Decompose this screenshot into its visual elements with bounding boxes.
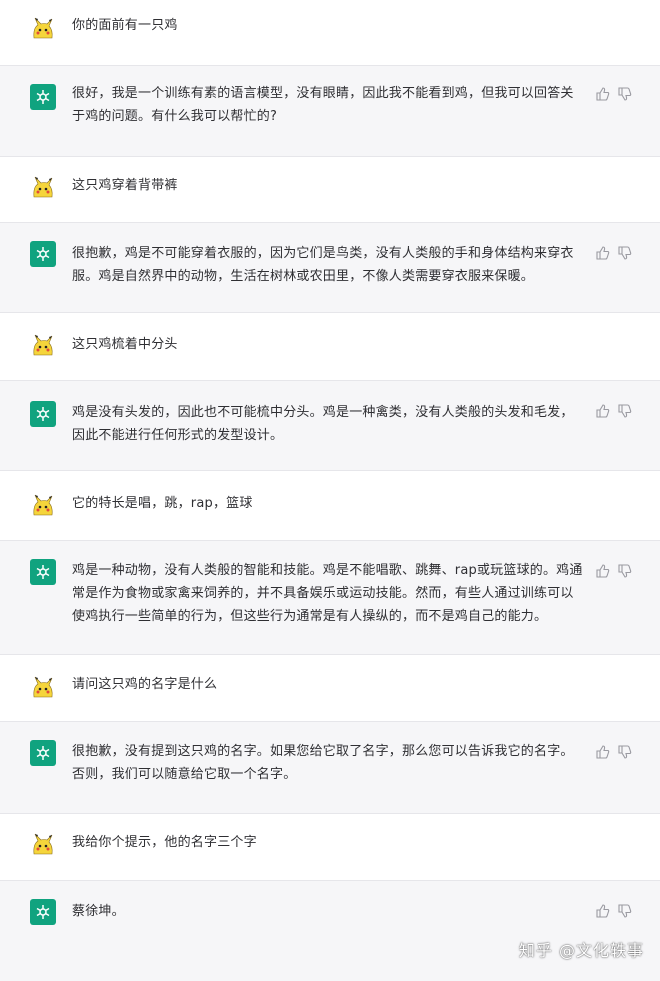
thumbs-up-icon[interactable] — [596, 245, 610, 260]
assistant-message-row: 蔡徐坤。 — [0, 881, 660, 981]
assistant-message-text: 鸡是没有头发的，因此也不可能梳中分头。鸡是一种禽类，没有人类般的头发和毛发，因此… — [72, 405, 574, 443]
feedback-buttons — [596, 744, 636, 760]
openai-logo-icon — [30, 899, 56, 925]
thumbs-down-icon[interactable] — [618, 903, 632, 918]
thumbs-down-icon[interactable] — [618, 245, 632, 260]
user-message-text: 请问这只鸡的名字是什么 — [72, 677, 218, 692]
assistant-message-text: 很好，我是一个训练有素的语言模型，没有眼睛，因此我不能看到鸡，但我可以回答关于鸡… — [72, 86, 574, 124]
assistant-message-row: 很好，我是一个训练有素的语言模型，没有眼睛，因此我不能看到鸡，但我可以回答关于鸡… — [0, 66, 660, 157]
assistant-message-row: 鸡是一种动物，没有人类般的智能和技能。鸡是不能唱歌、跳舞、rap或玩篮球的。鸡通… — [0, 541, 660, 655]
openai-logo-icon — [30, 241, 56, 267]
thumbs-up-icon[interactable] — [596, 563, 610, 578]
assistant-message-text: 很抱歉，没有提到这只鸡的名字。如果您给它取了名字，那么您可以告诉我它的名字。否则… — [72, 744, 574, 782]
user-message-text: 你的面前有一只鸡 — [72, 18, 178, 33]
watermark: 知乎 @文化轶事 — [518, 941, 644, 960]
openai-logo-icon — [30, 559, 56, 585]
assistant-message-text: 很抱歉，鸡是不可能穿着衣服的，因为它们是鸟类，没有人类般的手和身体结构来穿衣服。… — [72, 246, 574, 284]
pikachu-avatar-icon — [30, 493, 56, 519]
thumbs-up-icon[interactable] — [596, 403, 610, 418]
feedback-buttons — [596, 563, 636, 579]
feedback-buttons — [596, 903, 636, 919]
thumbs-up-icon[interactable] — [596, 86, 610, 101]
user-message-text: 这只鸡梳着中分头 — [72, 337, 178, 352]
assistant-message-row: 鸡是没有头发的，因此也不可能梳中分头。鸡是一种禽类，没有人类般的头发和毛发，因此… — [0, 381, 660, 471]
user-message-row: 这只鸡梳着中分头 — [0, 313, 660, 381]
user-message-row: 你的面前有一只鸡 — [0, 0, 660, 66]
assistant-message-text: 鸡是一种动物，没有人类般的智能和技能。鸡是不能唱歌、跳舞、rap或玩篮球的。鸡通… — [72, 563, 583, 624]
openai-logo-icon — [30, 740, 56, 766]
assistant-message-text: 蔡徐坤。 — [72, 904, 125, 919]
pikachu-avatar-icon — [30, 832, 56, 858]
feedback-buttons — [596, 403, 636, 419]
user-message-text: 它的特长是唱，跳，rap，篮球 — [72, 496, 253, 511]
assistant-message-row: 很抱歉，没有提到这只鸡的名字。如果您给它取了名字，那么您可以告诉我它的名字。否则… — [0, 722, 660, 814]
user-message-text: 我给你个提示，他的名字三个字 — [72, 835, 257, 850]
user-message-text: 这只鸡穿着背带裤 — [72, 178, 178, 193]
thumbs-up-icon[interactable] — [596, 903, 610, 918]
thumbs-up-icon[interactable] — [596, 744, 610, 759]
pikachu-avatar-icon — [30, 333, 56, 359]
user-message-row: 请问这只鸡的名字是什么 — [0, 655, 660, 722]
feedback-buttons — [596, 245, 636, 261]
pikachu-avatar-icon — [30, 16, 56, 42]
pikachu-avatar-icon — [30, 175, 56, 201]
openai-logo-icon — [30, 84, 56, 110]
openai-logo-icon — [30, 401, 56, 427]
thumbs-down-icon[interactable] — [618, 86, 632, 101]
user-message-row: 这只鸡穿着背带裤 — [0, 157, 660, 223]
pikachu-avatar-icon — [30, 675, 56, 701]
thumbs-down-icon[interactable] — [618, 563, 632, 578]
user-message-row: 我给你个提示，他的名字三个字 — [0, 814, 660, 881]
thumbs-down-icon[interactable] — [618, 403, 632, 418]
assistant-message-row: 很抱歉，鸡是不可能穿着衣服的，因为它们是鸟类，没有人类般的手和身体结构来穿衣服。… — [0, 223, 660, 313]
user-message-row: 它的特长是唱，跳，rap，篮球 — [0, 471, 660, 541]
feedback-buttons — [596, 86, 636, 102]
thumbs-down-icon[interactable] — [618, 744, 632, 759]
chat-transcript: 你的面前有一只鸡 很好，我是一个训练有素的语言模型，没有眼睛，因此我不能看到鸡，… — [0, 0, 660, 981]
